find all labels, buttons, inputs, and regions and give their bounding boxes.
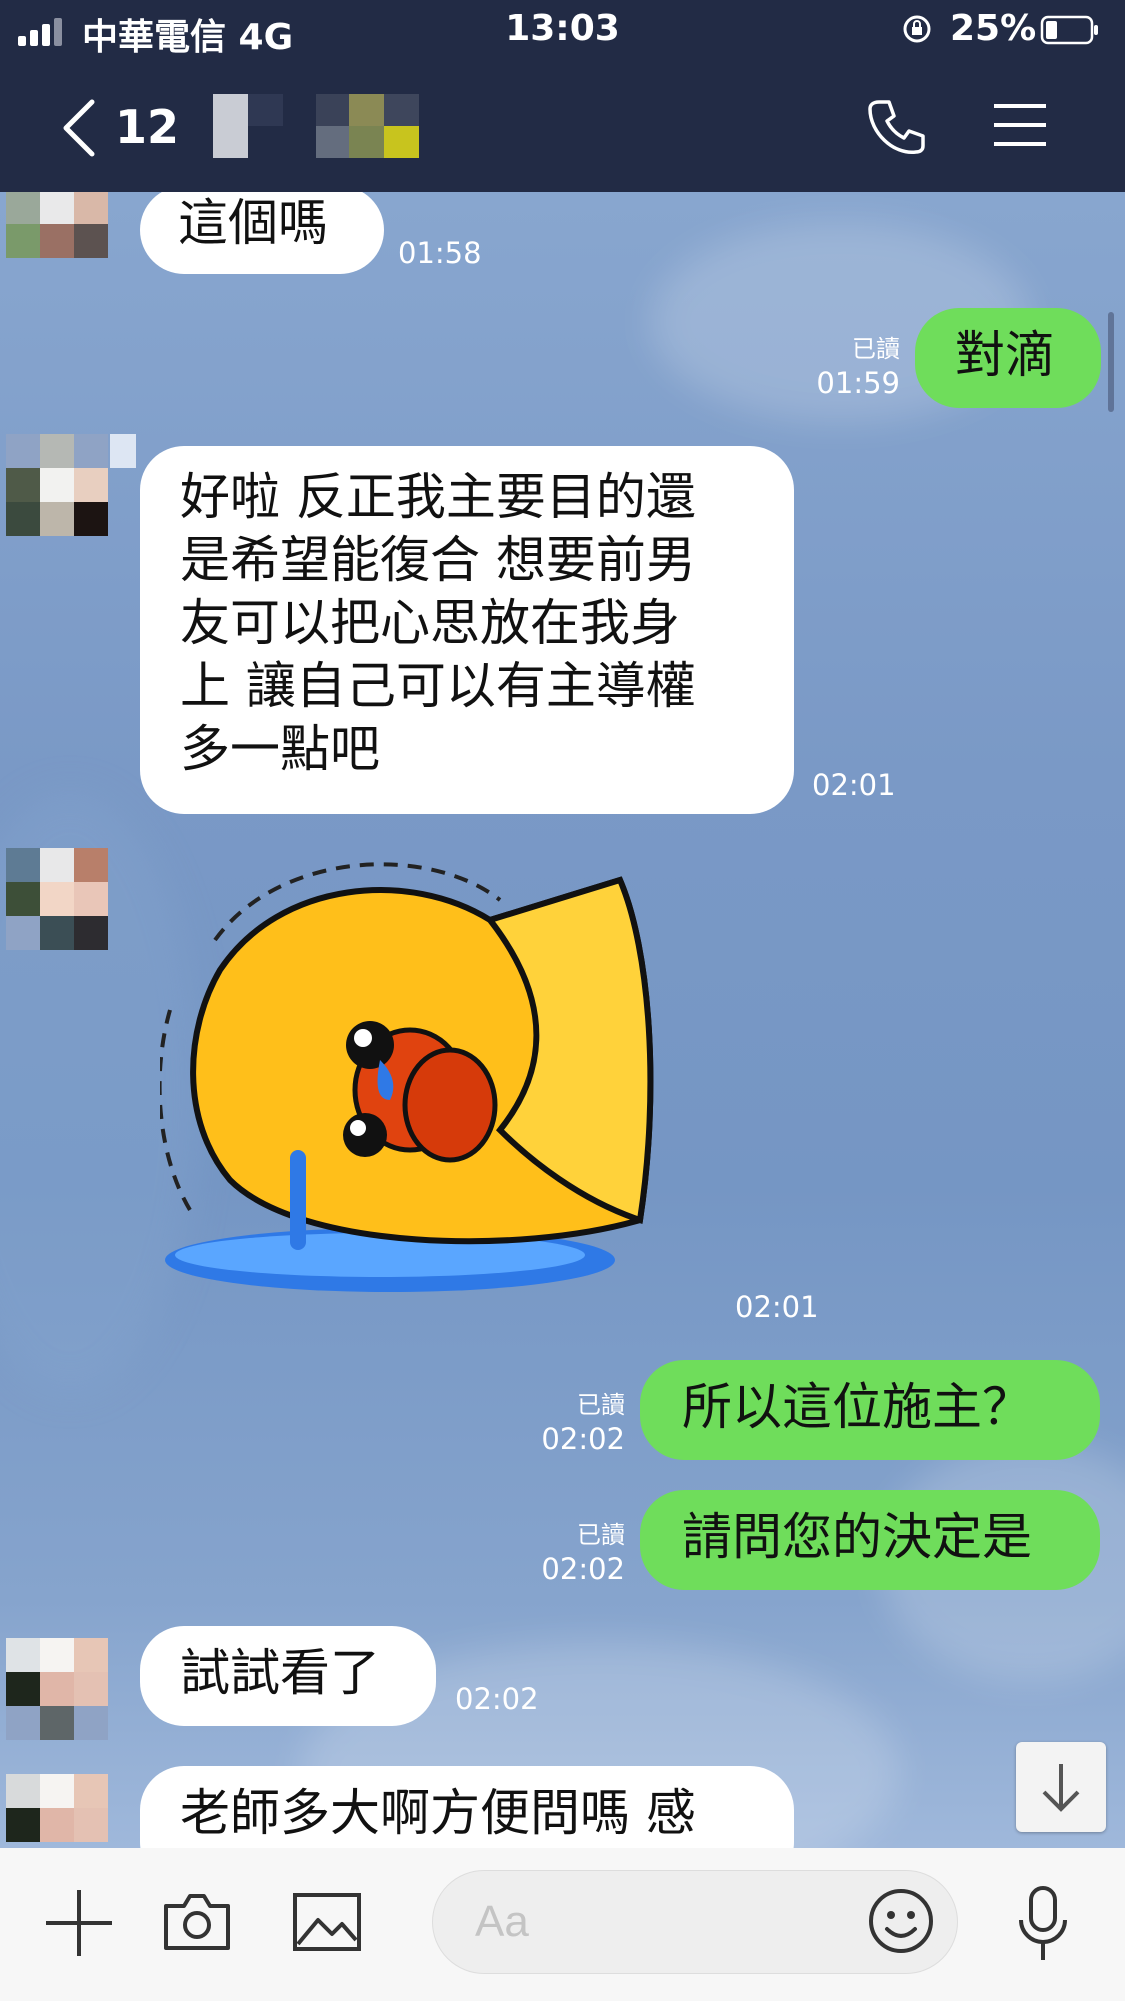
message-meta: 已讀 02:02: [510, 1388, 625, 1457]
emoji-icon[interactable]: [867, 1887, 935, 1955]
message-bubble[interactable]: 所以這位施主？: [640, 1360, 1100, 1460]
crying-chick-sticker[interactable]: [160, 860, 680, 1300]
avatar[interactable]: [6, 1638, 108, 1740]
avatar[interactable]: [6, 848, 108, 950]
message-time: 02:02: [541, 1552, 625, 1586]
avatar[interactable]: [6, 434, 108, 536]
read-receipt: 已讀: [577, 1521, 625, 1549]
message-text: 所以這位施主？: [682, 1378, 1032, 1436]
battery-percentage: 25%: [950, 8, 1037, 49]
message-meta: 已讀 01:59: [790, 332, 900, 401]
avatar[interactable]: [6, 1774, 108, 1842]
message-bubble[interactable]: 對滴: [915, 308, 1101, 408]
message-text: 試試看了: [180, 1644, 380, 1702]
scrollbar[interactable]: [1108, 312, 1114, 412]
message-text-line: 多一點吧: [180, 720, 380, 778]
phone-icon[interactable]: [865, 96, 929, 160]
read-receipt: 已讀: [852, 335, 900, 363]
message-text-line: 好啦 反正我主要目的還: [180, 468, 696, 526]
message-input-bar: [0, 1848, 1125, 2001]
chat-header: 12: [0, 62, 1125, 192]
message-meta: 已讀 02:02: [510, 1518, 625, 1587]
arrow-down-icon: [1042, 1764, 1080, 1812]
menu-icon[interactable]: [992, 100, 1048, 150]
message-text-field[interactable]: [432, 1870, 958, 1974]
plus-icon[interactable]: [44, 1888, 114, 1958]
message-bubble[interactable]: 好啦 反正我主要目的還 是希望能復合 想要前男 友可以把心思放在我身 上 讓自己…: [140, 446, 794, 814]
message-text-line: 上 讓自己可以有主導權: [180, 657, 696, 715]
chevron-left-icon[interactable]: [60, 98, 100, 158]
message-text: 對滴: [955, 326, 1055, 384]
message-time: 01:58: [398, 236, 482, 270]
message-time: 02:01: [735, 1290, 819, 1324]
message-text: 老師多大啊方便問嗎 感: [180, 1784, 696, 1842]
message-bubble[interactable]: 請問您的決定是: [640, 1490, 1100, 1590]
message-text-line: 是希望能復合 想要前男: [180, 531, 696, 589]
message-text: 請問您的決定是: [682, 1508, 1032, 1566]
message-bubble[interactable]: 試試看了: [140, 1626, 436, 1726]
battery-icon: [1040, 15, 1098, 45]
camera-icon[interactable]: [162, 1892, 232, 1952]
message-text: 這個嗎: [178, 194, 328, 252]
message-time: 02:02: [455, 1682, 539, 1716]
message-time: 02:02: [541, 1422, 625, 1456]
message-time: 02:01: [812, 768, 896, 802]
message-bubble[interactable]: 老師多大啊方便問嗎 感: [140, 1766, 794, 1848]
avatar[interactable]: [6, 192, 108, 258]
rotation-lock-icon: [903, 15, 931, 43]
scroll-to-bottom-button[interactable]: [1016, 1742, 1106, 1832]
status-bar: 中華電信 4G 13:03 25%: [0, 0, 1125, 62]
microphone-icon[interactable]: [1015, 1884, 1071, 1964]
unread-count[interactable]: 12: [115, 100, 179, 154]
message-input[interactable]: [473, 1891, 857, 1953]
message-text-line: 友可以把心思放在我身: [180, 594, 680, 652]
image-icon[interactable]: [292, 1892, 362, 1952]
chat-area[interactable]: 這個嗎 01:58 已讀 01:59 對滴 好啦 反正我主要目的還 是希望能復合…: [0, 192, 1125, 1848]
read-receipt: 已讀: [577, 1391, 625, 1419]
message-time: 01:59: [816, 366, 900, 400]
message-bubble[interactable]: 這個嗎: [140, 192, 384, 274]
